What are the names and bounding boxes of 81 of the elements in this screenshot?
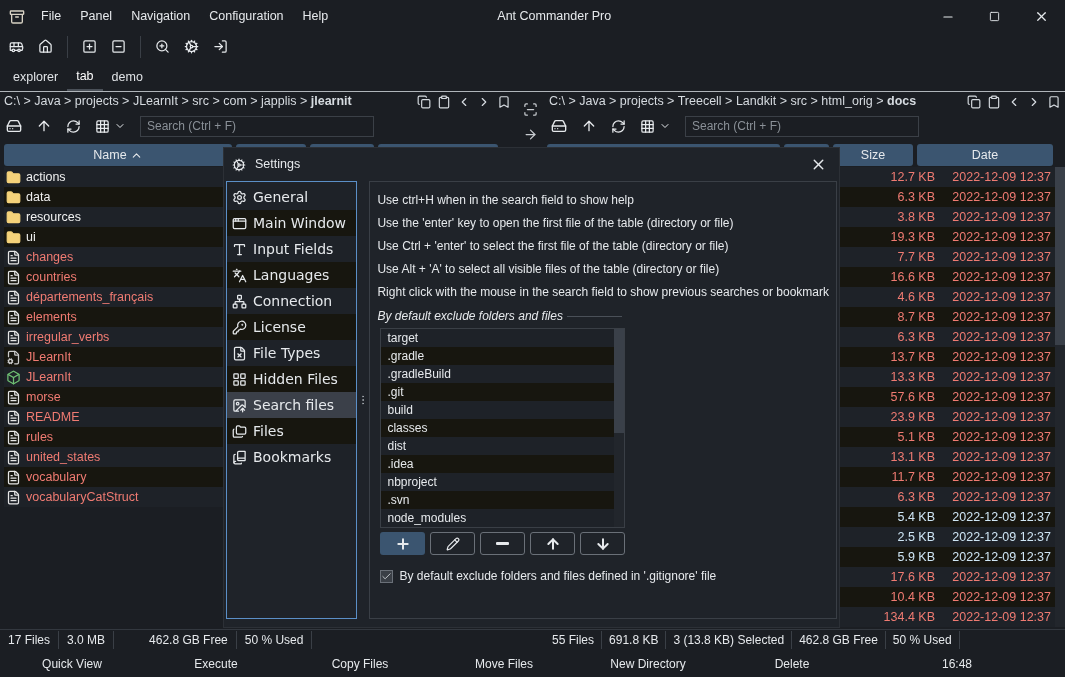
- file-name: départements_français: [26, 288, 154, 306]
- file-name: rules: [26, 428, 54, 446]
- file-size: 10.4 KB: [889, 588, 936, 606]
- file-name: countries: [26, 268, 77, 286]
- file-size: 8.7 KB: [896, 308, 936, 326]
- file-date: 2022-12-09 12:37: [951, 408, 1052, 426]
- status-text: 3 (13.8 KB) Selected: [666, 631, 793, 649]
- file-date: 2022-12-09 12:37: [951, 608, 1052, 626]
- file-date: 2022-12-09 12:37: [951, 548, 1052, 566]
- file-name: vocabulary: [26, 468, 87, 486]
- status-text: 691.8 KB: [602, 631, 667, 649]
- file-size: 3.8 KB: [896, 208, 936, 226]
- file-date: 2022-12-09 12:37: [951, 228, 1052, 246]
- status-text: 462.8 GB Free: [141, 631, 237, 649]
- file-size: 7.7 KB: [896, 248, 936, 266]
- group-label: By default exclude folders and files: [377, 308, 563, 325]
- file-name: data: [26, 188, 51, 206]
- status-text: 3.0 MB: [59, 631, 115, 649]
- file-size: 12.7 KB: [889, 168, 936, 186]
- status-text: 55 Files: [545, 631, 603, 649]
- file-date: 2022-12-09 12:37: [951, 348, 1052, 366]
- file-size: 17.6 KB: [889, 568, 936, 586]
- file-date: 2022-12-09 12:37: [951, 308, 1052, 326]
- file-name: united_states: [26, 448, 101, 466]
- file-size: 13.7 KB: [889, 348, 936, 366]
- file-date: 2022-12-09 12:37: [951, 488, 1052, 506]
- file-date: 2022-12-09 12:37: [951, 328, 1052, 346]
- status-text: 17 Files: [0, 631, 60, 649]
- file-size: 2.5 KB: [896, 528, 936, 546]
- file-date: 2022-12-09 12:37: [951, 208, 1052, 226]
- file-date: 2022-12-09 12:37: [951, 508, 1052, 526]
- file-date: 2022-12-09 12:37: [951, 188, 1052, 206]
- file-size: 11.7 KB: [890, 468, 936, 486]
- checkbox-label: By default exclude folders and files defined in '.gitignore' file: [399, 568, 717, 585]
- clock: 16:48: [942, 655, 973, 673]
- file-size: 13.3 KB: [889, 368, 936, 386]
- status-text: 50 % Used: [236, 631, 313, 649]
- file-size: 134.4 KB: [882, 608, 936, 626]
- file-name: elements: [26, 308, 77, 326]
- file-date: 2022-12-09 12:37: [951, 388, 1052, 406]
- file-size: 57.6 KB: [889, 388, 936, 406]
- help-text: Use ctrl+H when in the search field to show help: [377, 192, 635, 209]
- help-text: Use the 'enter' key to open the first file of the table (directory or file): [377, 215, 735, 232]
- file-size: 5.4 KB: [896, 508, 936, 526]
- dialog-title: Settings: [255, 156, 302, 174]
- file-name: morse: [26, 388, 61, 406]
- file-name: JLearnIt: [26, 368, 72, 386]
- file-size: 23.9 KB: [889, 408, 936, 426]
- window-title: Ant Commander Pro: [497, 8, 613, 26]
- file-size: 5.1 KB: [896, 428, 936, 446]
- file-size: 6.3 KB: [896, 328, 936, 346]
- file-date: 2022-12-09 12:37: [951, 288, 1052, 306]
- file-date: 2022-12-09 12:37: [951, 588, 1052, 606]
- file-size: 5.9 KB: [896, 548, 936, 566]
- file-name: vocabularyCatStruct: [26, 488, 139, 506]
- file-date: 2022-12-09 12:37: [951, 468, 1052, 486]
- file-size: 4.6 KB: [896, 288, 936, 306]
- file-date: 2022-12-09 12:37: [951, 448, 1052, 466]
- file-date: 2022-12-09 12:37: [951, 168, 1052, 186]
- file-size: 6.3 KB: [896, 488, 936, 506]
- status-text: 462.8 GB Free: [792, 631, 886, 649]
- file-size: 16.6 KB: [889, 268, 936, 286]
- file-date: 2022-12-09 12:37: [951, 568, 1052, 586]
- file-name: resources: [26, 208, 81, 226]
- file-date: 2022-12-09 12:37: [951, 528, 1052, 546]
- file-size: 6.3 KB: [896, 188, 936, 206]
- file-date: 2022-12-09 12:37: [951, 268, 1052, 286]
- file-name: irregular_verbs: [26, 328, 110, 346]
- file-name: changes: [26, 248, 74, 266]
- status-text: 50 % Used: [885, 631, 960, 649]
- file-date: 2022-12-09 12:37: [951, 368, 1052, 386]
- file-size: 13.1 KB: [889, 448, 936, 466]
- help-text: Use Ctrl + 'enter' to select the first file of the table (directory or file): [377, 238, 730, 255]
- file-date: 2022-12-09 12:37: [951, 248, 1052, 266]
- file-name: README: [26, 408, 80, 426]
- file-name: JLearnIt: [26, 348, 72, 366]
- file-size: 19.3 KB: [889, 228, 936, 246]
- file-date: 2022-12-09 12:37: [951, 428, 1052, 446]
- file-name: ui: [26, 228, 36, 246]
- file-name: actions: [26, 168, 66, 186]
- help-text: Use Alt + 'A' to select all visible files of the table (directory or file): [377, 261, 721, 278]
